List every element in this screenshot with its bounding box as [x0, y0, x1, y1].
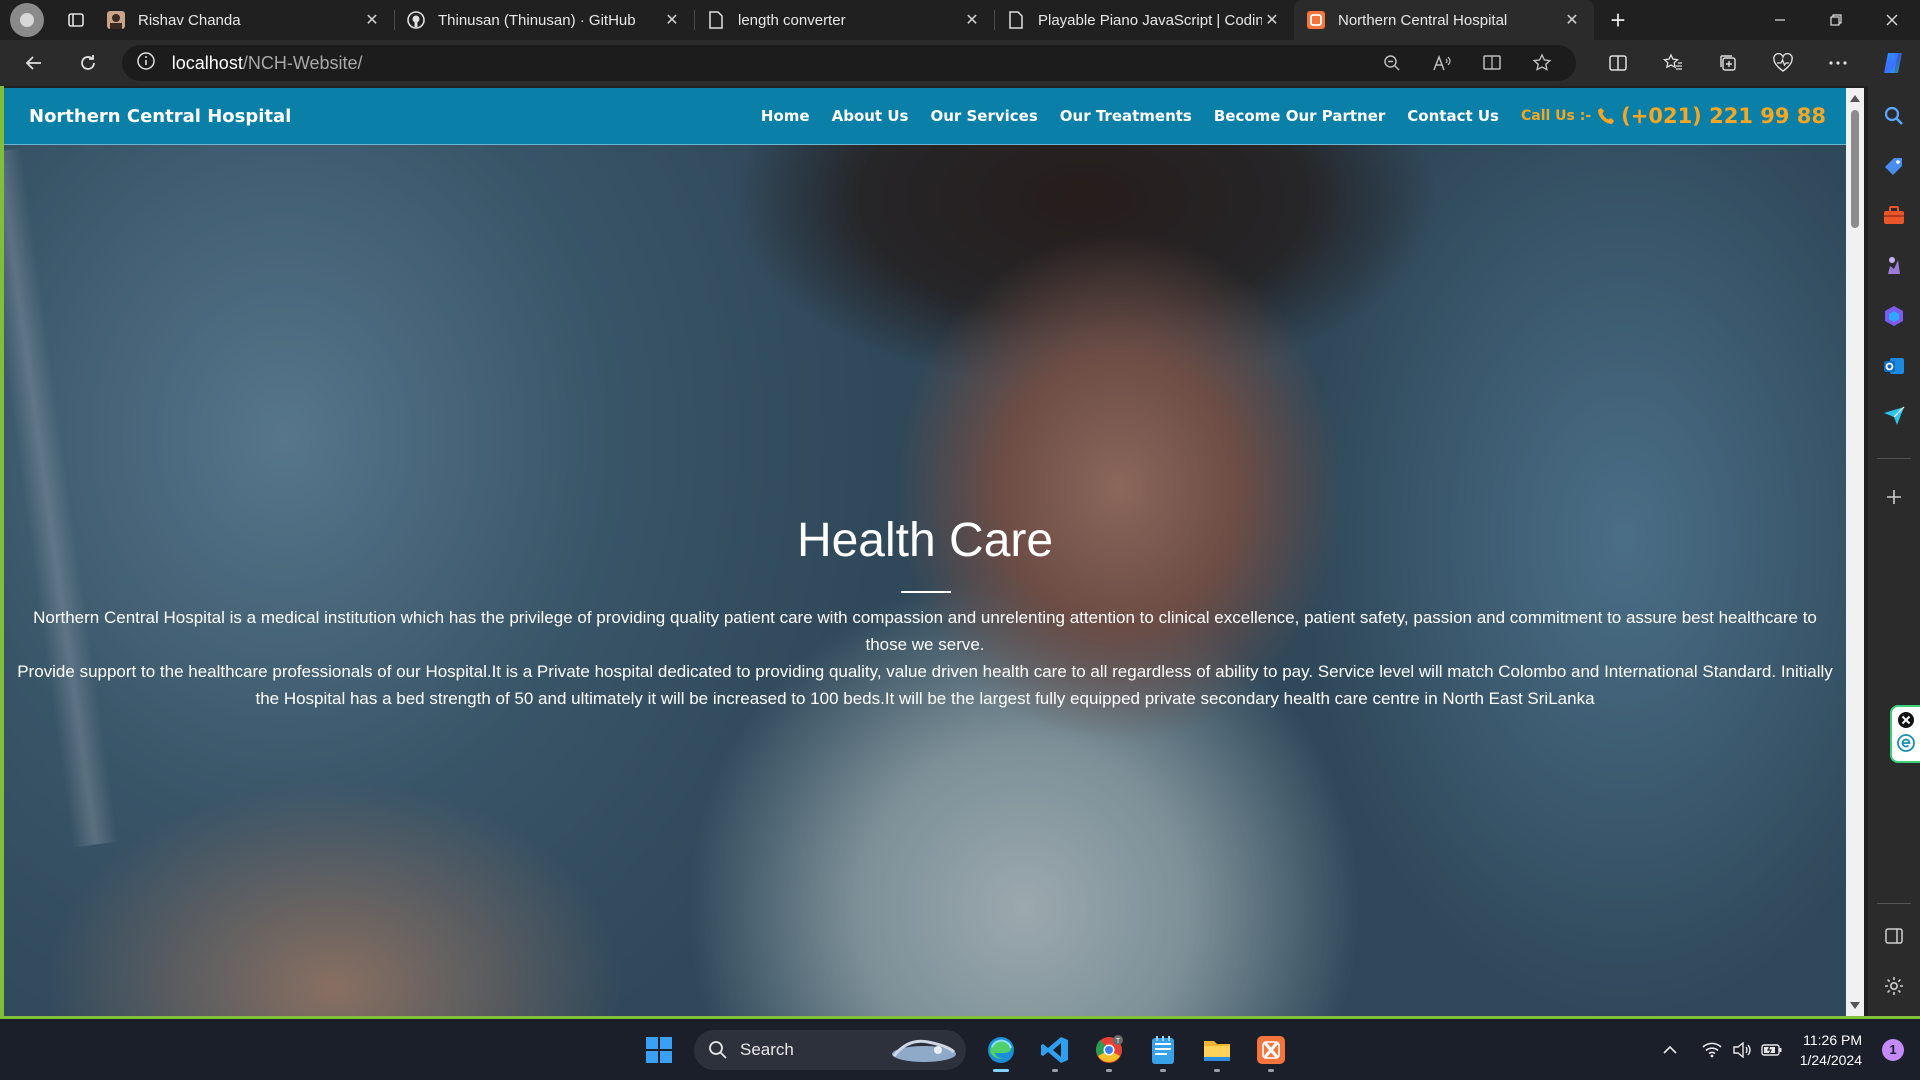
favorite-star-icon[interactable] [1522, 48, 1562, 78]
copilot-icon[interactable] [1865, 43, 1920, 83]
tab-title: Thinusan (Thinusan) · GitHub [438, 11, 636, 29]
close-window-button[interactable] [1864, 0, 1920, 40]
favorites-icon[interactable] [1645, 43, 1700, 83]
taskbar-notepad-icon[interactable] [1139, 1026, 1187, 1074]
wifi-icon[interactable] [1698, 1036, 1726, 1064]
taskbar-apps: Search T [632, 1019, 1298, 1080]
taskbar-file-explorer-icon[interactable] [1193, 1026, 1241, 1074]
taskbar-edge-icon[interactable] [977, 1026, 1025, 1074]
shopping-tag-icon[interactable] [1876, 148, 1912, 184]
browser-tab-strip: Rishav Chanda ✕ Thinusan (Thinusan) · Gi… [0, 0, 1920, 40]
window-controls [1752, 0, 1920, 40]
tab-title: Northern Central Hospital [1338, 11, 1508, 29]
hero-paragraph-2: Provide support to the healthcare profes… [17, 662, 1833, 708]
page-scrollbar[interactable] [1846, 88, 1864, 1016]
url-host: localhost [171, 52, 243, 73]
hero-paragraph-1: Northern Central Hospital is a medical i… [33, 608, 1817, 654]
start-windows-icon[interactable] [635, 1026, 683, 1074]
hero-content: Health Care Northern Central Hospital is… [4, 88, 1846, 1016]
profile-avatar-icon[interactable] [10, 3, 44, 37]
scroll-up-arrow-icon[interactable] [1850, 95, 1860, 102]
games-icon[interactable] [1876, 248, 1912, 284]
close-icon[interactable]: ✕ [1562, 10, 1582, 30]
clock-date: 1/24/2024 [1799, 1051, 1862, 1068]
close-icon[interactable]: ✕ [962, 10, 982, 30]
close-icon[interactable]: ✕ [662, 10, 682, 30]
drop-send-icon[interactable] [1876, 398, 1912, 434]
search-icon [708, 1040, 728, 1060]
volume-icon[interactable] [1728, 1036, 1756, 1064]
microsoft365-icon[interactable] [1876, 298, 1912, 334]
search-icon[interactable] [1876, 98, 1912, 134]
sidebar-divider [1877, 903, 1911, 904]
url-path: /NCH-Website/ [242, 52, 363, 73]
extension-floating-widget[interactable] [1890, 705, 1920, 763]
tab-title: length converter [738, 11, 846, 29]
sidebar-divider [1877, 458, 1911, 459]
taskbar-xampp-icon[interactable] [1247, 1026, 1295, 1074]
battery-icon[interactable] [1758, 1036, 1786, 1064]
outlook-icon[interactable] [1876, 348, 1912, 384]
hero-title: Health Care [796, 514, 1054, 567]
site-info-icon[interactable] [136, 51, 156, 76]
close-circle-icon[interactable] [1897, 711, 1915, 734]
add-sidebar-app-icon[interactable] [1876, 479, 1912, 515]
page-icon [706, 10, 726, 30]
more-options-icon[interactable] [1810, 43, 1865, 83]
tools-briefcase-icon[interactable] [1876, 198, 1912, 234]
system-tray: 11:26 PM 1/24/2024 1 [1654, 1019, 1920, 1080]
hero-description: Northern Central Hospital is a medical i… [10, 604, 1840, 712]
immersive-reader-icon[interactable] [1472, 48, 1512, 78]
tab-title: Playable Piano JavaScript | Codin [1038, 11, 1262, 29]
html5-icon [1306, 10, 1326, 30]
tab-playable-piano[interactable]: Playable Piano JavaScript | Codin ✕ [994, 0, 1294, 40]
hero-divider [901, 591, 951, 593]
scrollbar-thumb[interactable] [1851, 110, 1859, 228]
address-bar[interactable]: localhost/NCH-Website/ [121, 45, 1576, 81]
taskbar-chrome-icon[interactable]: T [1085, 1026, 1133, 1074]
zoom-out-icon[interactable] [1372, 48, 1412, 78]
split-screen-icon[interactable] [1590, 43, 1645, 83]
search-highlight-art-icon [892, 1039, 956, 1062]
tab-github[interactable]: Thinusan (Thinusan) · GitHub ✕ [394, 0, 694, 40]
restore-button[interactable] [1808, 0, 1864, 40]
edge-sidebar [1868, 86, 1920, 1018]
hide-sidebar-icon[interactable] [1876, 918, 1912, 954]
tab-northern-central-hospital[interactable]: Northern Central Hospital ✕ [1294, 0, 1594, 40]
taskbar-search-box[interactable]: Search [694, 1029, 966, 1070]
svg-text:T: T [1115, 1037, 1121, 1045]
show-hidden-icons-chevron-icon[interactable] [1656, 1036, 1684, 1064]
search-label: Search [740, 1039, 794, 1059]
tab-length-converter[interactable]: length converter ✕ [694, 0, 994, 40]
tab-actions-icon[interactable] [58, 2, 94, 38]
back-arrow-icon[interactable] [14, 43, 54, 83]
github-icon [406, 10, 426, 30]
avatar-icon [106, 10, 126, 30]
read-aloud-icon[interactable] [1422, 48, 1462, 78]
page-viewport: Northern Central Hospital Home About Us … [4, 88, 1846, 1016]
settings-gear-icon[interactable] [1876, 968, 1912, 1004]
new-tab-button[interactable]: + [1600, 2, 1636, 38]
taskbar-vscode-icon[interactable] [1031, 1026, 1079, 1074]
scroll-down-arrow-icon[interactable] [1850, 1002, 1860, 1009]
close-icon[interactable]: ✕ [1262, 10, 1282, 30]
browser-toolbar: localhost/NCH-Website/ [0, 40, 1920, 86]
taskbar-clock[interactable]: 11:26 PM 1/24/2024 [1800, 1030, 1862, 1070]
url-text: localhost/NCH-Website/ [172, 53, 363, 74]
extension-e-icon[interactable] [1897, 734, 1915, 757]
refresh-icon[interactable] [68, 43, 108, 83]
clock-time: 11:26 PM [1803, 1031, 1862, 1048]
notification-badge[interactable]: 1 [1882, 1038, 1904, 1061]
browser-essentials-icon[interactable] [1755, 43, 1810, 83]
collections-icon[interactable] [1700, 43, 1755, 83]
page-icon [1006, 10, 1026, 30]
close-icon[interactable]: ✕ [362, 10, 382, 30]
windows-taskbar: Search T 11:26 PM 1/24/2024 1 [0, 1019, 1920, 1080]
tab-rishav-chanda[interactable]: Rishav Chanda ✕ [94, 0, 394, 40]
tab-title: Rishav Chanda [138, 11, 241, 29]
minimize-button[interactable] [1752, 0, 1808, 40]
